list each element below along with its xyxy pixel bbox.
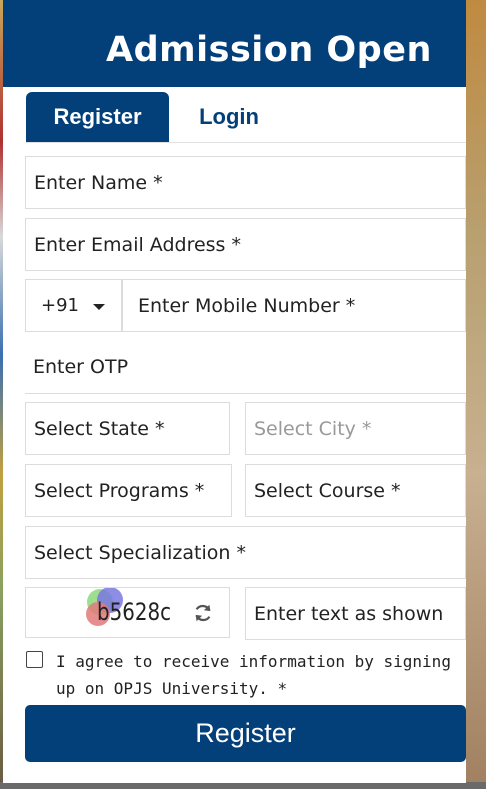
- captcha-image: b5628c: [86, 588, 171, 626]
- country-code-select[interactable]: +91: [25, 279, 122, 332]
- course-select[interactable]: Select Course *: [245, 464, 466, 517]
- background-strip-right: [466, 0, 486, 789]
- chevron-down-icon: [93, 304, 105, 310]
- programs-select[interactable]: Select Programs *: [25, 464, 232, 517]
- consent-label: I agree to receive information by signin…: [56, 652, 451, 698]
- specialization-select[interactable]: Select Specialization *: [25, 526, 466, 579]
- captcha-input[interactable]: Enter text as shown: [245, 587, 466, 640]
- tabs-divider: [26, 142, 466, 143]
- name-field[interactable]: Enter Name *: [25, 156, 466, 209]
- admission-form-panel: Admission Open Register Login Enter Name…: [3, 0, 466, 783]
- captcha-text: b5628c: [97, 598, 171, 626]
- mobile-field[interactable]: Enter Mobile Number *: [122, 279, 466, 332]
- tab-register[interactable]: Register: [26, 92, 169, 142]
- header-title: Admission Open: [106, 30, 432, 70]
- city-select[interactable]: Select City *: [245, 402, 466, 455]
- email-field[interactable]: Enter Email Address *: [25, 218, 466, 271]
- background-strip-bottom: [0, 782, 486, 789]
- register-button[interactable]: Register: [25, 705, 466, 762]
- captcha-box: b5628c: [25, 587, 230, 638]
- form-header: Admission Open: [3, 0, 466, 87]
- refresh-icon[interactable]: [192, 602, 214, 624]
- state-select[interactable]: Select State *: [25, 402, 230, 455]
- otp-field[interactable]: Enter OTP: [25, 341, 466, 394]
- tab-login[interactable]: Login: [179, 92, 279, 142]
- consent-checkbox[interactable]: [26, 651, 43, 668]
- country-code-value: +91: [41, 295, 79, 316]
